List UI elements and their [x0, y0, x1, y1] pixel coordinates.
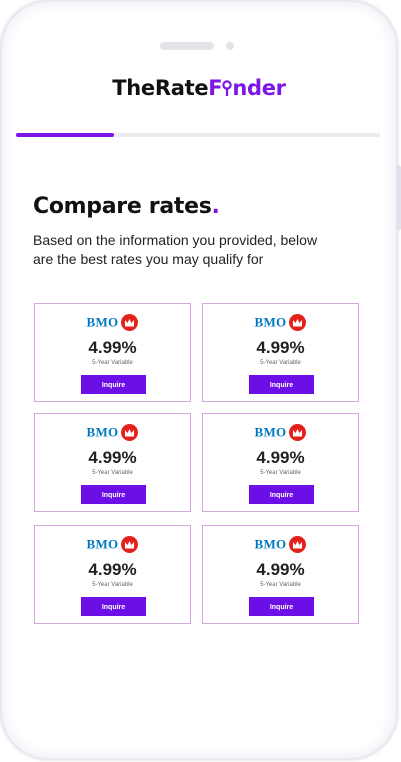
page-title-text: Compare rates [33, 194, 212, 219]
logo-pin-icon [222, 76, 233, 100]
speaker-grille [160, 42, 214, 50]
page-title: Compare rates. [33, 194, 220, 219]
progress-fill [16, 133, 115, 137]
bank-brand: BMO [35, 534, 190, 554]
rate-card: BMO 4.99% 5-Year Variable Inquire [202, 413, 359, 512]
bank-name: BMO [86, 424, 119, 440]
bank-brand: BMO [203, 422, 358, 442]
rate-value: 4.99% [256, 560, 305, 579]
bmo-roundel-icon [289, 314, 307, 331]
rate-value: 4.99% [88, 560, 137, 579]
rate-term: 5-Year Variable [92, 470, 133, 476]
inquire-button[interactable]: Inquire [81, 485, 146, 504]
bank-name: BMO [254, 536, 287, 552]
site-logo[interactable]: TheRateF nder [0, 76, 398, 100]
bank-brand: BMO [35, 422, 190, 442]
rate-value: 4.99% [88, 338, 137, 357]
bank-name: BMO [254, 424, 287, 440]
rate-card: BMO 4.99% 5-Year Variable Inquire [34, 303, 191, 402]
progress-track [16, 133, 380, 137]
rate-card: BMO 4.99% 5-Year Variable Inquire [34, 413, 191, 512]
bmo-roundel-icon [289, 536, 307, 553]
rate-card: BMO 4.99% 5-Year Variable Inquire [202, 525, 359, 624]
bank-name: BMO [86, 536, 119, 552]
logo-text-f: F [208, 76, 223, 100]
front-camera [226, 42, 234, 50]
rate-term: 5-Year Variable [92, 360, 133, 366]
inquire-button[interactable]: Inquire [249, 485, 314, 504]
bmo-roundel-icon [121, 424, 139, 441]
rate-term: 5-Year Variable [92, 582, 133, 588]
page-subtitle: Based on the information you provided, b… [33, 232, 318, 267]
rate-value: 4.99% [88, 448, 137, 467]
bmo-roundel-icon [289, 424, 307, 441]
bank-brand: BMO [203, 534, 358, 554]
bmo-roundel-icon [121, 314, 139, 331]
inquire-button[interactable]: Inquire [249, 597, 314, 616]
phone-frame: TheRateF nder Compare rates. Based on the… [0, 0, 398, 760]
bank-name: BMO [254, 314, 287, 330]
rate-term: 5-Year Variable [260, 470, 301, 476]
inquire-button[interactable]: Inquire [249, 375, 314, 394]
rate-card: BMO 4.99% 5-Year Variable Inquire [34, 525, 191, 624]
bmo-roundel-icon [121, 536, 139, 553]
logo-text-therate: TheRate [112, 76, 209, 100]
phone-side-button [396, 165, 401, 231]
rate-term: 5-Year Variable [260, 360, 301, 366]
page-title-dot: . [211, 194, 220, 219]
rate-card: BMO 4.99% 5-Year Variable Inquire [202, 303, 359, 402]
bank-brand: BMO [35, 312, 190, 332]
logo-text-nder: nder [232, 76, 286, 100]
bank-name: BMO [86, 314, 119, 330]
inquire-button[interactable]: Inquire [81, 375, 146, 394]
inquire-button[interactable]: Inquire [81, 597, 146, 616]
rate-value: 4.99% [256, 338, 305, 357]
rate-term: 5-Year Variable [260, 582, 301, 588]
rate-value: 4.99% [256, 448, 305, 467]
bank-brand: BMO [203, 312, 358, 332]
